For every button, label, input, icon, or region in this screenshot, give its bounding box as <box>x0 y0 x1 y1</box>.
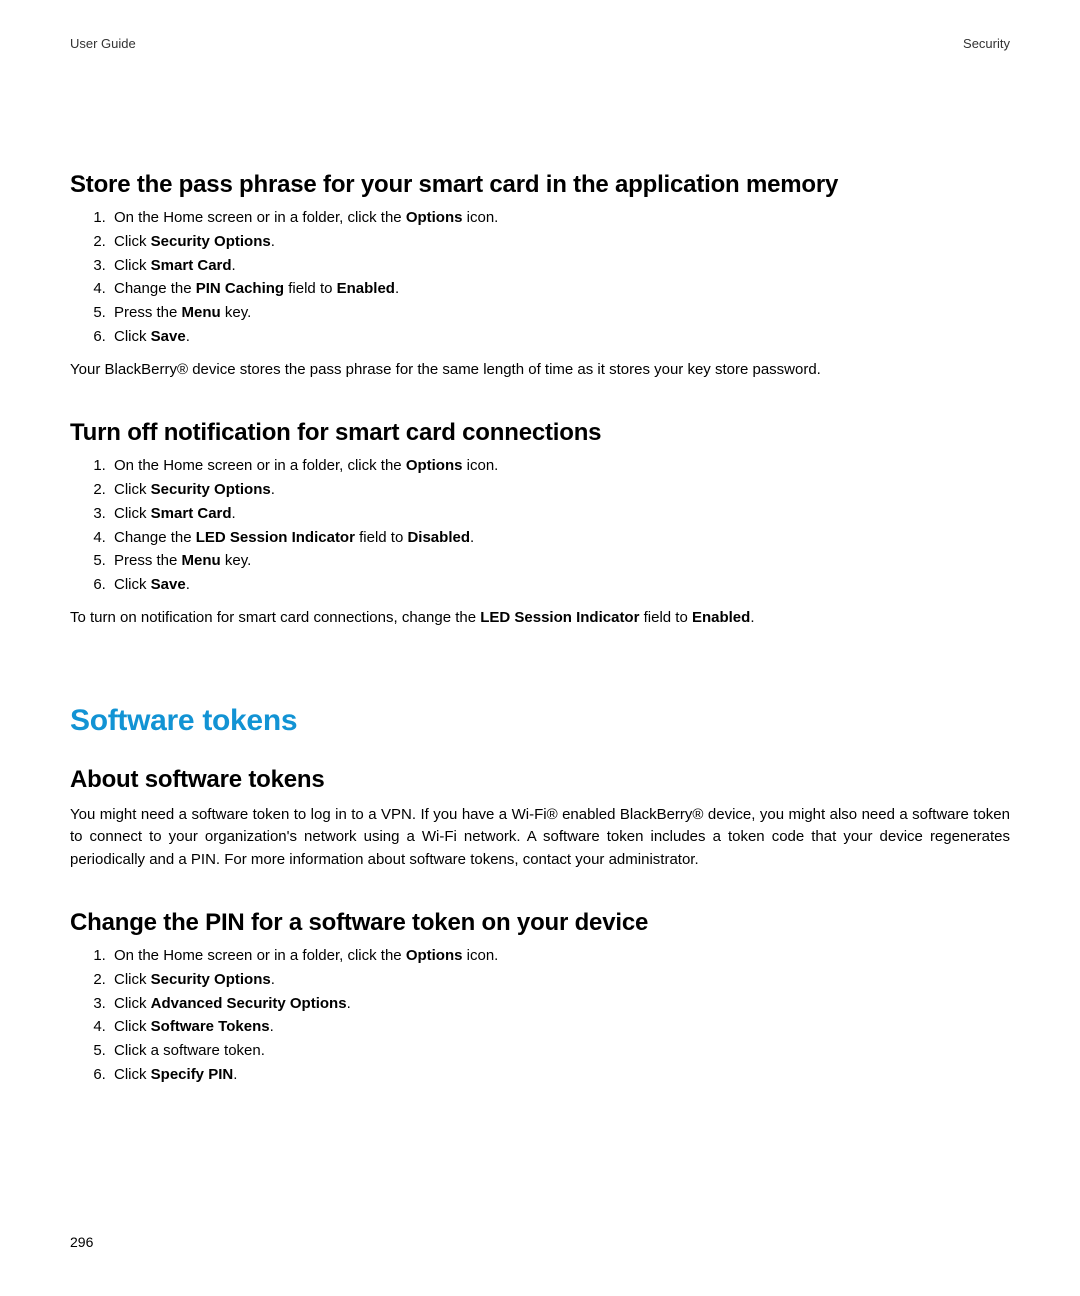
list-item: Click Advanced Security Options. <box>110 993 1010 1016</box>
list-item: Click a software token. <box>110 1040 1010 1063</box>
list-item: Change the PIN Caching field to Enabled. <box>110 278 1010 301</box>
list-item: Click Smart Card. <box>110 503 1010 526</box>
list-item: On the Home screen or in a folder, click… <box>110 945 1010 968</box>
note-turn-off-notification: To turn on notification for smart card c… <box>70 607 1010 630</box>
list-item: Click Security Options. <box>110 969 1010 992</box>
steps-turn-off-notification: On the Home screen or in a folder, click… <box>70 455 1010 597</box>
header-left: User Guide <box>70 36 136 51</box>
chapter-heading-software-tokens: Software tokens <box>70 704 1010 738</box>
list-item: Click Security Options. <box>110 479 1010 502</box>
steps-change-pin: On the Home screen or in a folder, click… <box>70 945 1010 1087</box>
section-heading-about-software-tokens: About software tokens <box>70 766 1010 794</box>
list-item: Click Save. <box>110 574 1010 597</box>
list-item: Click Security Options. <box>110 231 1010 254</box>
body-about-software-tokens: You might need a software token to log i… <box>70 804 1010 872</box>
list-item: Click Specify PIN. <box>110 1064 1010 1087</box>
list-item: On the Home screen or in a folder, click… <box>110 207 1010 230</box>
list-item: On the Home screen or in a folder, click… <box>110 455 1010 478</box>
list-item: Press the Menu key. <box>110 550 1010 573</box>
section-heading-turn-off-notification: Turn off notification for smart card con… <box>70 419 1010 447</box>
page: User Guide Security Store the pass phras… <box>0 0 1080 1296</box>
list-item: Click Save. <box>110 326 1010 349</box>
list-item: Click Smart Card. <box>110 255 1010 278</box>
section-heading-store-passphrase: Store the pass phrase for your smart car… <box>70 171 1010 199</box>
list-item: Press the Menu key. <box>110 302 1010 325</box>
list-item: Click Software Tokens. <box>110 1016 1010 1039</box>
header-right: Security <box>963 36 1010 51</box>
steps-store-passphrase: On the Home screen or in a folder, click… <box>70 207 1010 349</box>
section-heading-change-pin: Change the PIN for a software token on y… <box>70 909 1010 937</box>
page-number: 296 <box>70 1234 93 1250</box>
note-store-passphrase: Your BlackBerry® device stores the pass … <box>70 359 1010 382</box>
page-header: User Guide Security <box>70 36 1010 51</box>
list-item: Change the LED Session Indicator field t… <box>110 527 1010 550</box>
